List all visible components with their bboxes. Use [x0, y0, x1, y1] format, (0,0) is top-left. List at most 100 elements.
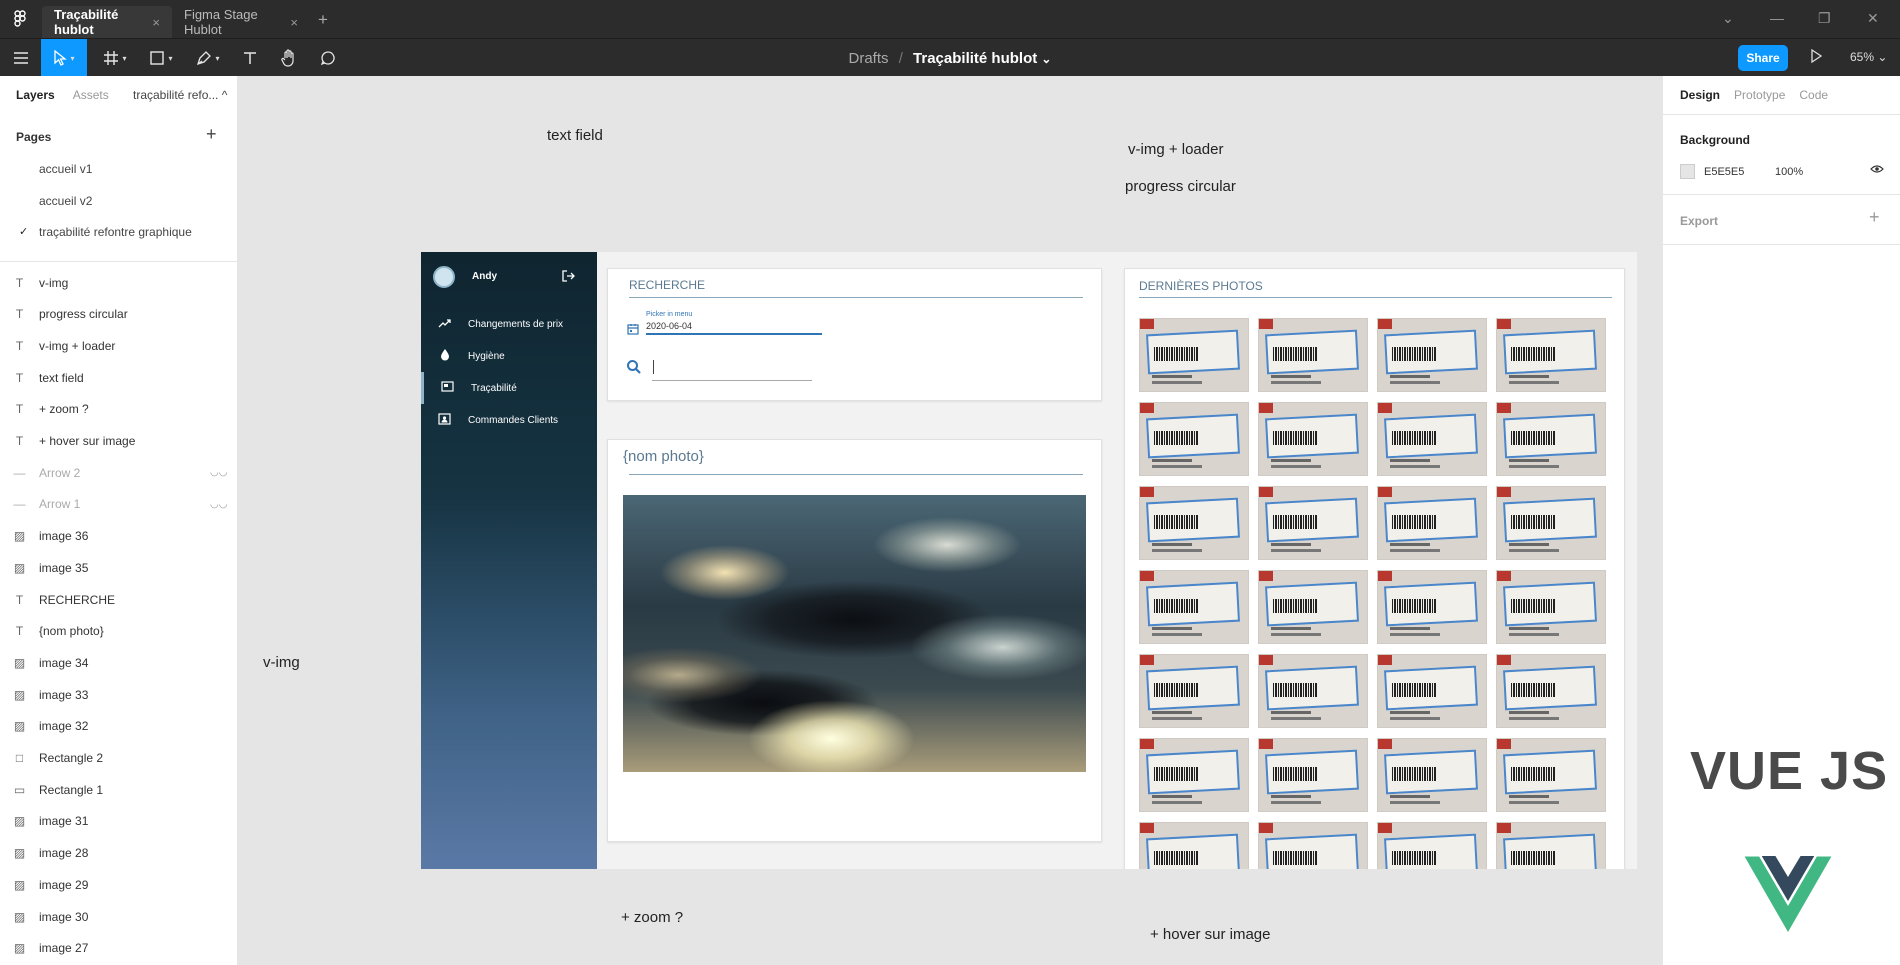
photo-thumbnail[interactable]	[1377, 318, 1487, 392]
tab-code[interactable]: Code	[1799, 88, 1828, 102]
eye-closed-icon[interactable]: ◡◡	[210, 467, 227, 478]
calendar-icon[interactable]	[627, 323, 639, 335]
photo-thumbnail[interactable]	[1139, 318, 1249, 392]
photo-thumbnail[interactable]	[1139, 822, 1249, 869]
canvas-text-progress-circular[interactable]: progress circular	[1125, 178, 1236, 195]
page-item[interactable]: accueil v2	[39, 194, 92, 208]
canvas-text-vimg[interactable]: v-img	[263, 654, 300, 671]
minimize-icon[interactable]: —	[1770, 10, 1784, 26]
layer-item[interactable]: ▨ image 36	[0, 521, 237, 552]
breadcrumb-drafts[interactable]: Drafts	[849, 50, 889, 67]
add-page-icon[interactable]: +	[206, 124, 217, 145]
play-icon[interactable]	[1810, 49, 1822, 63]
layer-item[interactable]: Tprogress circular	[0, 299, 237, 330]
layer-item[interactable]: T + zoom ?	[0, 394, 237, 425]
photo-thumbnail[interactable]	[1377, 654, 1487, 728]
close-icon[interactable]: ×	[290, 15, 298, 30]
date-picker-input[interactable]: 2020-06-04	[646, 321, 692, 331]
photo-thumbnail[interactable]	[1139, 486, 1249, 560]
photo-thumbnail[interactable]	[1377, 570, 1487, 644]
file-name[interactable]: Traçabilité hublot	[913, 50, 1037, 67]
layer-item[interactable]: T RECHERCHE	[0, 584, 237, 615]
photo-thumbnail[interactable]	[1139, 570, 1249, 644]
layer-item[interactable]: ▨ image 32	[0, 711, 237, 742]
photo-thumbnail[interactable]	[1258, 822, 1368, 869]
search-input[interactable]	[652, 380, 812, 381]
tab-tracabilite-hublot[interactable]: Traçabilité hublot ×	[42, 6, 172, 38]
background-hex-input[interactable]: E5E5E5	[1704, 166, 1744, 178]
layer-item[interactable]: ▨ image 29	[0, 869, 237, 900]
figma-logo-icon[interactable]	[10, 9, 30, 29]
canvas-text-vimg-loader[interactable]: v-img + loader	[1128, 141, 1223, 158]
layer-item[interactable]: ▨ image 35	[0, 552, 237, 583]
eye-icon[interactable]	[1870, 164, 1884, 174]
photo-thumbnail[interactable]	[1496, 402, 1606, 476]
layer-item[interactable]: ▨ image 27	[0, 933, 237, 964]
nav-item-tracabilite[interactable]: Traçabilité	[421, 372, 597, 404]
layer-item[interactable]: ▭ Rectangle 1	[0, 774, 237, 805]
page-item-current[interactable]: traçabilité refontre graphique	[39, 225, 192, 239]
layer-item[interactable]: ▨ image 30	[0, 901, 237, 932]
canvas-text-hover[interactable]: + hover sur image	[1150, 926, 1270, 943]
photo-thumbnail[interactable]	[1258, 402, 1368, 476]
tab-design[interactable]: Design	[1680, 88, 1720, 102]
add-tab-icon[interactable]: +	[318, 10, 328, 30]
tab-prototype[interactable]: Prototype	[1734, 88, 1785, 102]
share-button[interactable]: Share	[1738, 45, 1788, 71]
page-item[interactable]: accueil v1	[39, 162, 92, 176]
photo-thumbnail[interactable]	[1139, 654, 1249, 728]
photo-thumbnail[interactable]	[1139, 738, 1249, 812]
layer-item[interactable]: Tv-img	[0, 267, 237, 298]
canvas-text-zoom[interactable]: + zoom ?	[621, 909, 683, 926]
photo-thumbnail[interactable]	[1258, 654, 1368, 728]
layer-item[interactable]: ▨ image 34	[0, 647, 237, 678]
photo-thumbnail[interactable]	[1139, 402, 1249, 476]
layer-item[interactable]: ▨ image 28	[0, 838, 237, 869]
layer-item[interactable]: Ttext field	[0, 362, 237, 393]
zoom-level[interactable]: 65% ⌄	[1850, 50, 1887, 64]
photo-thumbnail[interactable]	[1258, 318, 1368, 392]
photo-image[interactable]	[623, 495, 1086, 772]
photo-thumbnail[interactable]	[1258, 486, 1368, 560]
background-swatch[interactable]	[1680, 164, 1695, 179]
tab-assets[interactable]: Assets	[73, 88, 109, 102]
page-selector[interactable]: traçabilité refo... ^	[133, 88, 227, 102]
layer-item[interactable]: — Arrow 2 ◡◡	[0, 457, 237, 488]
layer-item[interactable]: — Arrow 1 ◡◡	[0, 489, 237, 520]
layer-item[interactable]: ▨ image 31	[0, 806, 237, 837]
photo-thumbnail[interactable]	[1377, 402, 1487, 476]
nav-item-changements-prix[interactable]: Changements de prix	[421, 308, 597, 340]
background-opacity-input[interactable]: 100%	[1775, 166, 1803, 178]
photo-thumbnail[interactable]	[1377, 486, 1487, 560]
layer-item[interactable]: Tv-img + loader	[0, 330, 237, 361]
nav-item-hygiene[interactable]: Hygiène	[421, 340, 597, 372]
close-window-icon[interactable]: ✕	[1867, 10, 1879, 27]
search-icon[interactable]	[626, 359, 642, 375]
photo-thumbnail[interactable]	[1496, 738, 1606, 812]
photo-thumbnail[interactable]	[1258, 570, 1368, 644]
app-frame[interactable]: Andy Changements de prix Hygiène Traçabi…	[421, 252, 1637, 869]
photo-thumbnail[interactable]	[1377, 822, 1487, 869]
layer-item[interactable]: T {nom photo}	[0, 616, 237, 647]
close-icon[interactable]: ×	[152, 15, 160, 30]
layer-item[interactable]: □ Rectangle 2	[0, 743, 237, 774]
layer-item[interactable]: T + hover sur image	[0, 426, 237, 457]
photo-thumbnail[interactable]	[1377, 738, 1487, 812]
photo-thumbnail[interactable]	[1258, 738, 1368, 812]
add-export-icon[interactable]: +	[1869, 207, 1880, 228]
nav-item-commandes-clients[interactable]: Commandes Clients	[421, 404, 597, 436]
photo-thumbnail[interactable]	[1496, 654, 1606, 728]
photo-thumbnail[interactable]	[1496, 570, 1606, 644]
chevron-down-icon[interactable]: ⌄	[1722, 10, 1734, 27]
logout-icon[interactable]	[561, 269, 575, 283]
chevron-down-icon[interactable]: ⌄	[1041, 52, 1051, 66]
restore-icon[interactable]: ❐	[1818, 10, 1831, 27]
photo-thumbnail[interactable]	[1496, 486, 1606, 560]
canvas-text-text-field[interactable]: text field	[547, 127, 603, 144]
photo-thumbnail[interactable]	[1496, 822, 1606, 869]
eye-closed-icon[interactable]: ◡◡	[210, 499, 227, 510]
layer-item[interactable]: ▨ image 33	[0, 679, 237, 710]
tab-figma-stage-hublot[interactable]: Figma Stage Hublot ×	[172, 6, 310, 38]
photo-thumbnail[interactable]	[1496, 318, 1606, 392]
tab-layers[interactable]: Layers	[16, 88, 55, 102]
